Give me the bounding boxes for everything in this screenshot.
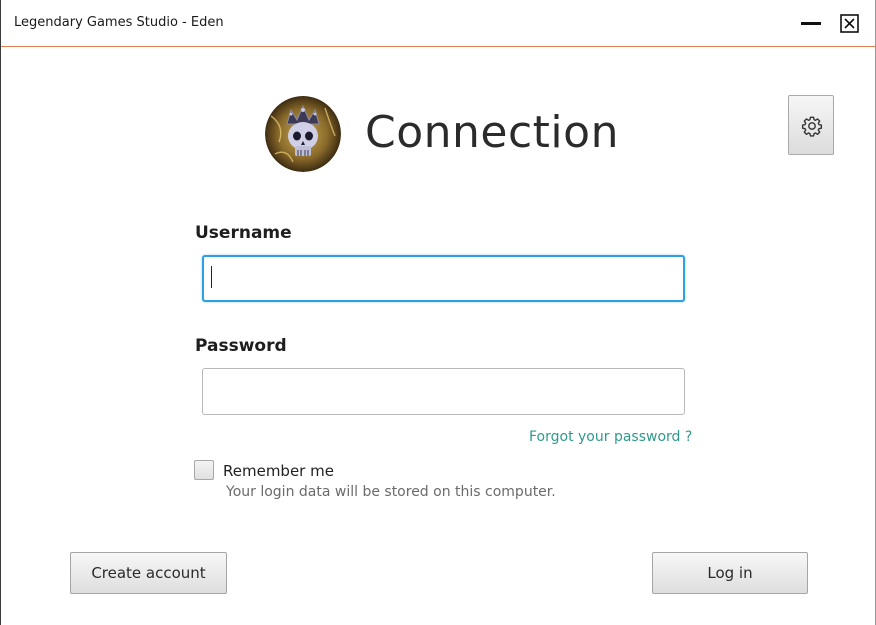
username-field[interactable] bbox=[202, 255, 685, 302]
minimize-icon bbox=[801, 22, 821, 25]
minimize-button[interactable] bbox=[798, 12, 824, 34]
page-title: Connection bbox=[365, 107, 619, 158]
title-bar[interactable]: Legendary Games Studio - Eden bbox=[1, 0, 875, 47]
settings-button[interactable] bbox=[788, 95, 834, 155]
app-window: Legendary Games Studio - Eden Connection… bbox=[0, 0, 876, 625]
forgot-password-link[interactable]: Forgot your password ? bbox=[529, 429, 692, 445]
username-label: Username bbox=[195, 223, 292, 243]
password-field[interactable] bbox=[202, 368, 685, 415]
gear-icon bbox=[801, 116, 823, 137]
remember-me-label[interactable]: Remember me bbox=[223, 462, 334, 480]
text-caret bbox=[211, 266, 212, 288]
close-icon bbox=[840, 14, 859, 33]
crowned-skull-icon bbox=[265, 96, 341, 172]
remember-me-hint: Your login data will be stored on this c… bbox=[226, 484, 556, 500]
close-button[interactable] bbox=[840, 14, 859, 33]
window-title: Legendary Games Studio - Eden bbox=[14, 15, 224, 30]
login-button[interactable]: Log in bbox=[652, 552, 808, 594]
remember-me-checkbox[interactable] bbox=[194, 460, 214, 480]
create-account-button[interactable]: Create account bbox=[70, 552, 227, 594]
password-label: Password bbox=[195, 336, 287, 356]
